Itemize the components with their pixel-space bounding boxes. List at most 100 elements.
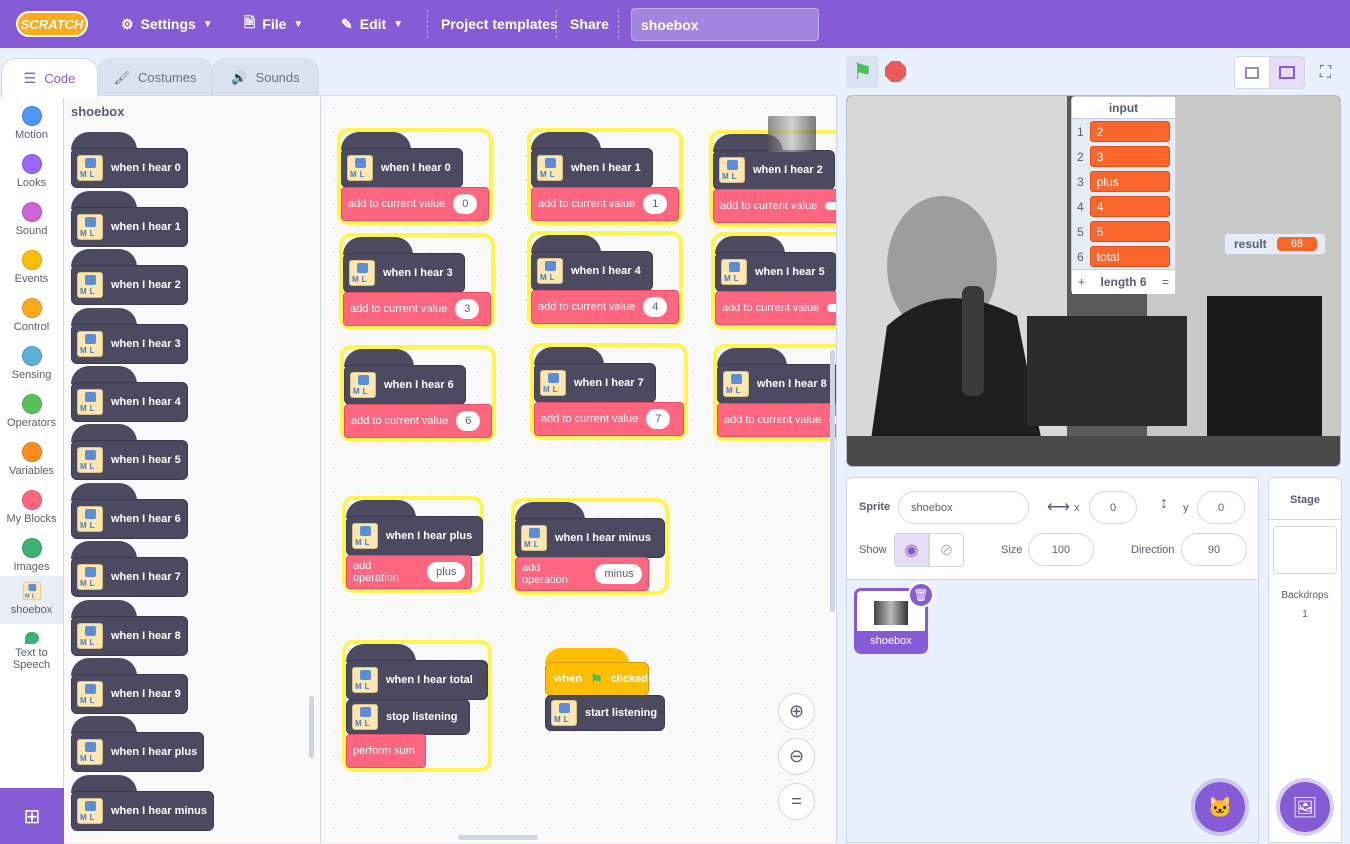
script-hear-7[interactable]: when I hear 7 add to current value 7 [534,347,684,436]
list-add-button[interactable]: + [1078,275,1085,289]
direction-input[interactable]: 90 [1181,533,1247,566]
list-item-value[interactable]: total [1089,246,1170,267]
list-monitor-input[interactable]: input 12 23 3 plus 44 55 6 total + length … [1071,96,1176,294]
variable-monitor-result[interactable]: result 68 [1224,233,1326,255]
category-events[interactable]: Events [0,244,63,292]
script-hear-3[interactable]: when I hear 3 add to current value 3 [343,237,491,326]
value-input[interactable]: 3 [455,299,480,319]
list-resize-handle[interactable]: = [1162,275,1169,289]
value-input[interactable]: 7 [646,409,671,429]
stop-button[interactable] [885,61,906,82]
zoom-out-button[interactable]: ⊖ [778,738,815,775]
category-motion[interactable]: Motion [0,100,63,148]
list-index: 2 [1077,149,1084,164]
delete-sprite-button[interactable]: 🗑 [908,582,934,608]
operation-input[interactable]: minus [595,564,642,584]
category-sound[interactable]: Sound [0,196,63,244]
show-visible-button[interactable]: ◉ [894,533,929,567]
workspace-vertical-scrollbar[interactable] [830,350,835,612]
value-input[interactable]: 1 [643,194,668,214]
shoebox-extension-icon [540,370,566,396]
script-hear-1[interactable]: when I hear 1 add to current value 1 [531,132,679,221]
value-input[interactable] [827,304,836,312]
y-label: y [1183,502,1189,514]
edit-menu[interactable]: ✎ Edit ▼ [341,0,403,48]
script-workspace[interactable]: when I hear 0 add to current value 0 when… [321,95,837,843]
palette-block[interactable]: when I hear 5 [71,424,188,480]
perform-sum-label: perform sum [353,745,415,757]
large-stage-button[interactable] [1269,56,1305,89]
list-item-value[interactable]: 2 [1089,121,1170,142]
palette-block[interactable]: when I hear 0 [71,132,188,188]
category-operators[interactable]: Operators [0,388,63,436]
list-item-value[interactable]: 3 [1089,146,1170,167]
tab-code[interactable]: ☰ Code [1,58,98,98]
shoebox-extension-icon [77,739,103,765]
value-input[interactable] [825,202,836,210]
palette-block[interactable]: when I hear minus [71,775,214,831]
file-menu[interactable]: 🗎 File ▼ [244,0,303,48]
zoom-in-button[interactable]: ⊕ [778,693,815,730]
category-text-to-speech[interactable]: Text to Speech [0,628,63,676]
palette-block[interactable]: when I hear plus [71,716,205,772]
tab-sounds[interactable]: 🔊 Sounds [212,58,319,96]
script-flag-clicked[interactable]: when ⚑ clicked start listening [545,648,665,731]
project-templates-link[interactable]: Project templates [441,0,558,48]
project-title-input[interactable]: shoebox [631,8,819,41]
x-input[interactable]: 0 [1089,491,1137,524]
palette-block[interactable]: when I hear 8 [71,600,188,656]
palette-block[interactable]: when I hear 6 [71,483,188,539]
list-item-value[interactable]: 4 [1089,196,1170,217]
script-hear-total[interactable]: when I hear total stop listening perform… [346,644,488,768]
list-item-value[interactable]: 5 [1089,221,1170,242]
sprite-name-input[interactable]: shoebox [898,491,1029,524]
palette-block[interactable]: when I hear 9 [71,658,188,714]
settings-menu[interactable]: ⚙ Settings ▼ [121,0,213,48]
palette-block[interactable]: when I hear 3 [71,308,188,364]
script-hear-5[interactable]: when I hear 5 add to current value [715,236,836,325]
list-item-value[interactable]: plus [1089,171,1170,192]
workspace-horizontal-scrollbar[interactable] [458,835,538,840]
palette-block[interactable]: when I hear 1 [71,191,188,247]
category-control[interactable]: Control [0,292,63,340]
category-sensing[interactable]: Sensing [0,340,63,388]
green-flag-button[interactable]: ⚑ [846,56,879,88]
y-input[interactable]: 0 [1197,491,1245,524]
value-input[interactable]: 0 [453,194,478,214]
palette-block[interactable]: when I hear 2 [71,249,188,305]
palette-block[interactable]: when I hear 7 [71,541,188,597]
shoebox-extension-icon [350,372,376,398]
palette-scrollbar[interactable] [309,696,314,758]
tab-costumes[interactable]: 🖌 Costumes [97,58,213,96]
fullscreen-icon: ⛶ [1319,63,1332,81]
size-input[interactable]: 100 [1028,533,1094,566]
script-hear-8[interactable]: when I hear 8 add to current value [717,348,836,437]
choose-backdrop-button[interactable]: 🖼 [1280,782,1330,832]
category-my-blocks[interactable]: My Blocks [0,484,63,532]
script-hear-6[interactable]: when I hear 6 add to current value 6 [344,349,492,438]
script-hear-plus[interactable]: when I hear plus add operation plus [346,500,483,589]
category-label: Looks [16,177,47,189]
block-label: when I hear 9 [111,688,181,700]
fullscreen-button[interactable]: ⛶ [1309,56,1342,89]
share-button[interactable]: Share [570,0,609,48]
list-index: 3 [1077,174,1084,189]
choose-sprite-button[interactable]: 🐱 [1195,782,1245,832]
category-shoebox[interactable]: shoebox [0,576,63,624]
edit-label: Edit [359,16,387,32]
script-hear-4[interactable]: when I hear 4 add to current value 4 [531,235,679,324]
category-looks[interactable]: Looks [0,148,63,196]
add-extension-button[interactable]: ⊞ [0,788,64,844]
small-stage-button[interactable] [1234,56,1270,89]
value-input[interactable]: 6 [456,411,481,431]
category-variables[interactable]: Variables [0,436,63,484]
show-hidden-button[interactable]: ⊘ [929,533,964,567]
operation-input[interactable]: plus [427,562,465,582]
script-hear-0[interactable]: when I hear 0 add to current value 0 [341,132,489,221]
zoom-reset-button[interactable]: = [778,783,815,820]
category-images[interactable]: Images [0,532,63,580]
value-input[interactable]: 4 [643,297,668,317]
palette-block[interactable]: when I hear 4 [71,366,188,422]
script-hear-minus[interactable]: when I hear minus add operation minus [515,502,665,591]
scratch-logo[interactable]: SCRATCH [16,11,88,37]
